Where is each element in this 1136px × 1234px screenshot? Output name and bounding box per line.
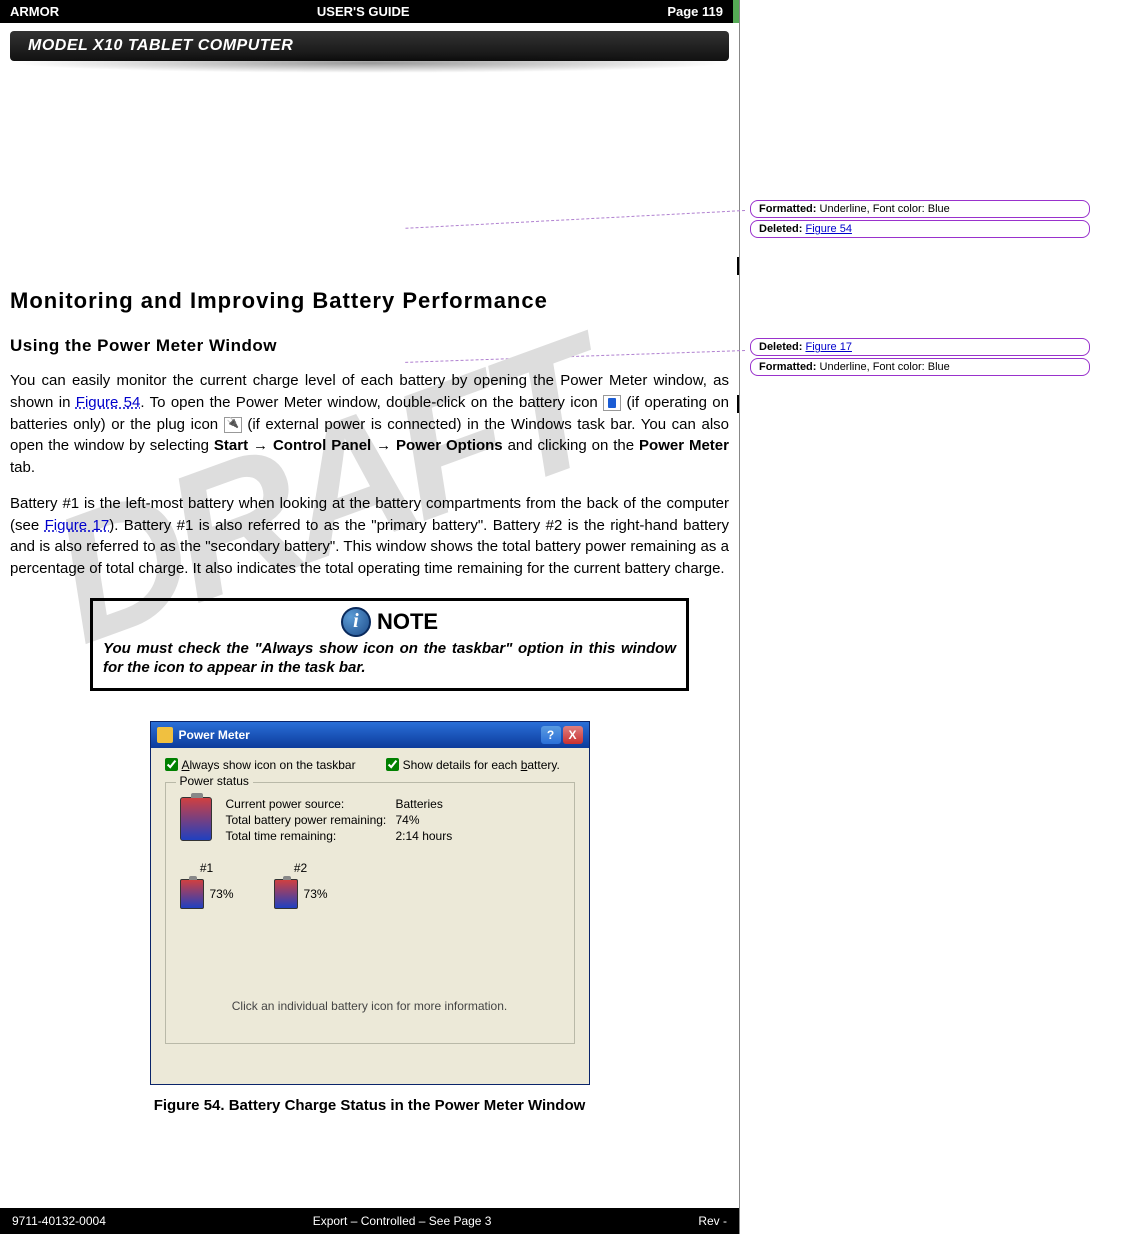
figure-54-link[interactable]: Figure 54 — [76, 394, 141, 411]
hint-text: Click an individual battery icon for mor… — [180, 999, 560, 1013]
power-meter-screenshot: Power Meter ? X Always show icon on the … — [150, 721, 590, 1085]
figure-caption: Figure 54. Battery Charge Status in the … — [10, 1097, 729, 1114]
status-v2: 74% — [396, 813, 420, 827]
battery-2-label: #2 — [294, 861, 307, 875]
change-bar-2 — [737, 395, 739, 413]
r1b-link[interactable]: Figure 54 — [805, 223, 851, 235]
battery-2-pct: 73% — [304, 887, 328, 901]
revision-group-2: Deleted: Figure 17 Formatted: Underline,… — [750, 338, 1126, 376]
status-v1: Batteries — [396, 797, 443, 811]
battery-large-icon — [180, 797, 212, 841]
figure-17-link[interactable]: Figure 17 — [45, 517, 110, 534]
window-body: Always show icon on the taskbar Show det… — [151, 748, 589, 1084]
p1-bold1: Start → Control Panel → Power Options — [214, 437, 503, 454]
change-bar-1 — [737, 257, 739, 275]
battery-1[interactable]: #1 73% — [180, 861, 234, 909]
window-title: Power Meter — [179, 728, 535, 742]
p1-text-e: and clicking on the — [503, 437, 639, 454]
check1-input[interactable] — [165, 758, 178, 771]
power-status-group: Power status Current power source:Batter… — [165, 782, 575, 1044]
plug-icon — [224, 417, 242, 433]
content: DRAFT Monitoring and Improving Battery P… — [0, 61, 739, 1114]
footer-center: Export – Controlled – See Page 3 — [313, 1214, 492, 1228]
info-icon: i — [341, 607, 371, 637]
p1-bold2: Power Meter — [639, 437, 729, 454]
status-line-3: Total time remaining:2:14 hours — [226, 829, 453, 843]
revision-formatted-2: Formatted: Underline, Font color: Blue — [750, 358, 1090, 376]
battery-1-icon — [180, 879, 204, 909]
status-v3: 2:14 hours — [396, 829, 453, 843]
note-title: NOTE — [377, 609, 438, 635]
header-left: ARMOR — [10, 4, 59, 19]
group-title: Power status — [176, 774, 253, 788]
footer-right: Rev - — [698, 1214, 727, 1228]
paragraph-2: Battery #1 is the left-most battery when… — [10, 493, 729, 580]
check1-label: Always show icon on the taskbar — [182, 758, 356, 772]
revision-formatted-1: Formatted: Underline, Font color: Blue — [750, 200, 1090, 218]
revision-deleted-2: Deleted: Figure 17 — [750, 338, 1090, 356]
header-bar: ARMOR USER'S GUIDE Page 119 — [0, 0, 739, 23]
status-line-1: Current power source:Batteries — [226, 797, 453, 811]
revision-deleted-1: Deleted: Figure 54 — [750, 220, 1090, 238]
window-icon — [157, 727, 173, 743]
check2-input[interactable] — [386, 758, 399, 771]
close-button[interactable]: X — [563, 726, 583, 744]
check2-label: Show details for each battery. — [403, 758, 560, 772]
note-header: i NOTE — [103, 607, 676, 637]
heading-sub: Using the Power Meter Window — [10, 336, 729, 356]
battery-1-label: #1 — [200, 861, 213, 875]
window-titlebar: Power Meter ? X — [151, 722, 589, 748]
status-line-2: Total battery power remaining:74% — [226, 813, 453, 827]
battery-row: #1 73% #2 73% — [180, 861, 560, 909]
page-container: ARMOR USER'S GUIDE Page 119 MODEL X10 TA… — [0, 0, 1136, 1234]
r1a-text: Underline, Font color: Blue — [816, 203, 949, 215]
model-bar: MODEL X10 TABLET COMPUTER — [10, 31, 729, 61]
p1-text-f: tab. — [10, 459, 35, 476]
battery-2-icon — [274, 879, 298, 909]
show-details-checkbox[interactable]: Show details for each battery. — [386, 758, 560, 772]
r2b-text: Underline, Font color: Blue — [816, 361, 949, 373]
paragraph-1: You can easily monitor the current charg… — [10, 370, 729, 479]
status-section: Current power source:Batteries Total bat… — [180, 797, 560, 843]
help-button[interactable]: ? — [541, 726, 561, 744]
note-body: You must check the "Always show icon on … — [103, 639, 676, 678]
r2a-link[interactable]: Figure 17 — [805, 341, 851, 353]
footer-left: 9711-40132-0004 — [12, 1214, 106, 1228]
p1-text-b: . To open the Power Meter window, double… — [140, 394, 603, 411]
p2-text-b: ). Battery #1 is also referred to as the… — [10, 517, 729, 578]
always-show-checkbox[interactable]: Always show icon on the taskbar — [165, 758, 356, 772]
battery-2[interactable]: #2 73% — [274, 861, 328, 909]
status-lines: Current power source:Batteries Total bat… — [226, 797, 453, 843]
battery-1-pct: 73% — [210, 887, 234, 901]
main-page: ARMOR USER'S GUIDE Page 119 MODEL X10 TA… — [0, 0, 740, 1234]
heading-main: Monitoring and Improving Battery Perform… — [10, 288, 729, 314]
header-center: USER'S GUIDE — [317, 4, 410, 19]
revision-group-1: Formatted: Underline, Font color: Blue D… — [750, 200, 1126, 238]
header-right: Page 119 — [667, 4, 723, 19]
battery-icon — [603, 395, 621, 411]
revision-sidebar: Formatted: Underline, Font color: Blue D… — [740, 0, 1136, 1234]
note-box: i NOTE You must check the "Always show i… — [90, 598, 689, 691]
window-buttons: ? X — [541, 726, 583, 744]
footer-bar: 9711-40132-0004 Export – Controlled – Se… — [0, 1208, 739, 1234]
checkbox-row: Always show icon on the taskbar Show det… — [165, 758, 575, 772]
